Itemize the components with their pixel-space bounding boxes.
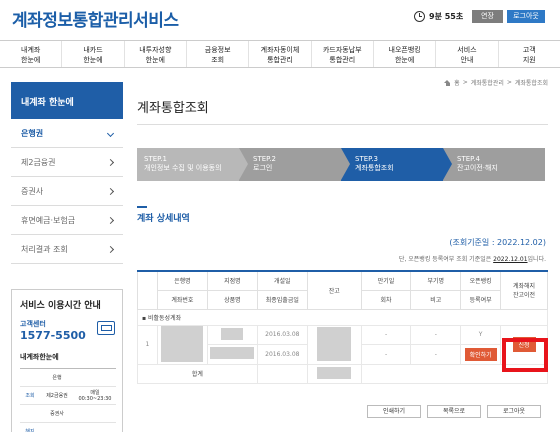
service-hours-table: 은행 조회 제2금융권 매일 00:30~23:30 증권사 해지 xyxy=(20,368,116,432)
extend-session-button[interactable]: 연장 xyxy=(472,10,503,23)
nav-item-my-accounts[interactable]: 내계좌 한눈에 xyxy=(0,41,63,67)
masked-branch xyxy=(206,324,258,345)
service-subtitle: 내계좌한눈에 xyxy=(20,353,59,361)
reference-date: (조회기준일 : 2022.12.02) xyxy=(449,238,546,247)
breadcrumb-home[interactable]: 홈 xyxy=(454,78,460,87)
step-4: STEP.4 잔고이전·해지 xyxy=(443,148,545,181)
timer-text: 9분 55초 xyxy=(429,12,464,21)
chevron-right-icon xyxy=(106,158,115,166)
memo: - xyxy=(410,324,462,345)
col-product: 상품명 xyxy=(206,289,258,310)
sidebar-heading: 내계좌 한눈에 xyxy=(11,82,123,119)
section-marker xyxy=(137,206,147,208)
sidebar-item-secondary-finance[interactable]: 제2금융권 xyxy=(11,148,123,177)
col-account-no: 계좌번호 xyxy=(156,289,208,310)
col-registered: 등록여부 xyxy=(460,289,502,310)
nav-item-invest-profile[interactable]: 내투자성향 한눈에 xyxy=(125,41,187,67)
breadcrumb: 홈 > 계좌통합관리 > 계좌통합조회 xyxy=(444,78,548,87)
call-center-icon xyxy=(97,321,115,335)
nav-item-card-autopay[interactable]: 카드자동납부 통합관리 xyxy=(312,41,374,67)
col-openbanking: 오픈뱅킹 xyxy=(460,270,502,291)
step-2: STEP.2 로그인 xyxy=(239,148,341,181)
title-divider xyxy=(137,124,548,125)
step-3-current: STEP.3 계좌통합조회 xyxy=(341,148,443,181)
sidebar-item-dormant[interactable]: 휴면예금·보험금 xyxy=(11,206,123,235)
nav-item-support[interactable]: 고객 지원 xyxy=(499,41,560,67)
col-memo: 부기명 xyxy=(410,270,462,291)
masked-bank-account xyxy=(156,324,208,365)
nav-item-service-info[interactable]: 서비스 안내 xyxy=(436,41,499,67)
site-logo[interactable]: 계좌정보통합관리서비스 xyxy=(12,6,179,31)
col-last-txn: 최종입출금일 xyxy=(256,289,308,310)
col-bank: 은행명 xyxy=(156,270,208,291)
sidebar-item-bank[interactable]: 은행권 xyxy=(11,119,123,148)
sidebar-item-results[interactable]: 처리결과 조회 xyxy=(11,235,123,264)
col-balance: 잔고 xyxy=(306,270,362,310)
sidebar-item-securities[interactable]: 증권사 xyxy=(11,177,123,206)
col-close-transfer: 계좌해지 잔고이전 xyxy=(500,270,548,310)
list-button[interactable]: 목록으로 xyxy=(427,405,481,418)
print-button[interactable]: 인쇄하기 xyxy=(367,405,421,418)
session-timer: 9분 55초 xyxy=(414,11,463,22)
note: - xyxy=(410,344,462,365)
nav-item-auto-transfer[interactable]: 계좌자동이체 통합관리 xyxy=(249,41,312,67)
breadcrumb-current: 계좌통합조회 xyxy=(514,80,548,87)
nav-item-open-banking[interactable]: 내오픈뱅킹 한눈에 xyxy=(374,41,437,67)
openbanking-note: 단, 오픈뱅킹 등록여부 조회 기준일은 2022.12.01입니다. xyxy=(398,256,546,263)
logout-button[interactable]: 로그아웃 xyxy=(507,10,545,23)
chevron-right-icon xyxy=(106,216,115,224)
header: 계좌정보통합관리서비스 9분 55초 연장 로그아웃 xyxy=(0,0,560,40)
breadcrumb-section[interactable]: 계좌통합관리 xyxy=(471,78,504,87)
logout-bottom-button[interactable]: 로그아웃 xyxy=(487,405,541,418)
account-detail-table: 은행명 지점명 개설일 잔고 만기일 부기명 오픈뱅킹 계좌해지 잔고이전 계좌번… xyxy=(137,270,549,384)
service-hours-box: 서비스 이용시간 안내 고객센터 1577-5500 내계좌한눈에 은행 조회 … xyxy=(11,289,123,432)
row-number: 1 xyxy=(137,324,158,365)
nav-item-my-cards[interactable]: 내카드 한눈에 xyxy=(62,41,125,67)
clock-icon xyxy=(414,11,425,22)
masked-balance xyxy=(306,324,362,365)
maturity-date: - xyxy=(360,324,412,345)
table-row: 1 2016.03.08 - - Y 신청 xyxy=(137,324,548,365)
section-title: 계좌 상세내역 xyxy=(137,214,190,224)
last-txn-date: 2016.03.08 xyxy=(256,344,308,365)
service-hours-title: 서비스 이용시간 안내 xyxy=(20,301,101,311)
step-1: STEP.1 개인정보 수집 및 이용동의 xyxy=(137,148,239,181)
step-indicator: STEP.1 개인정보 수집 및 이용동의 STEP.2 로그인 STEP.3 계좌통… xyxy=(137,148,545,181)
home-icon[interactable] xyxy=(444,79,451,86)
bottom-actions: 인쇄하기 목록으로 로그아웃 xyxy=(367,405,541,418)
chevron-right-icon xyxy=(106,187,115,195)
col-branch: 지점명 xyxy=(206,270,258,291)
page-title: 계좌통합조회 xyxy=(137,101,209,116)
col-open-date: 개설일 xyxy=(256,270,308,291)
chevron-down-icon xyxy=(106,129,115,137)
masked-product xyxy=(206,344,258,365)
total-label: 합계 xyxy=(137,363,258,384)
openbanking-status: Y xyxy=(460,324,502,345)
masked-total xyxy=(306,363,362,384)
open-date: 2016.03.08 xyxy=(256,324,308,345)
confirm-button[interactable]: 확인하기 xyxy=(464,347,497,361)
highlight-box xyxy=(502,338,548,372)
col-maturity: 만기일 xyxy=(360,270,412,291)
chevron-right-icon xyxy=(106,245,115,253)
col-note: 비고 xyxy=(410,289,462,310)
nav-item-finance-info[interactable]: 금융정보 조회 xyxy=(187,41,250,67)
col-round: 회차 xyxy=(360,289,412,310)
round: - xyxy=(360,344,412,365)
sidebar-menu: 은행권 제2금융권 증권사 휴면예금·보험금 처리결과 조회 xyxy=(11,119,123,264)
main-nav: 내계좌 한눈에 내카드 한눈에 내투자성향 한눈에 금융정보 조회 계좌자동이체 통합관리… xyxy=(0,40,560,68)
group-label: ▪ 비활동성계좌 xyxy=(137,308,548,326)
